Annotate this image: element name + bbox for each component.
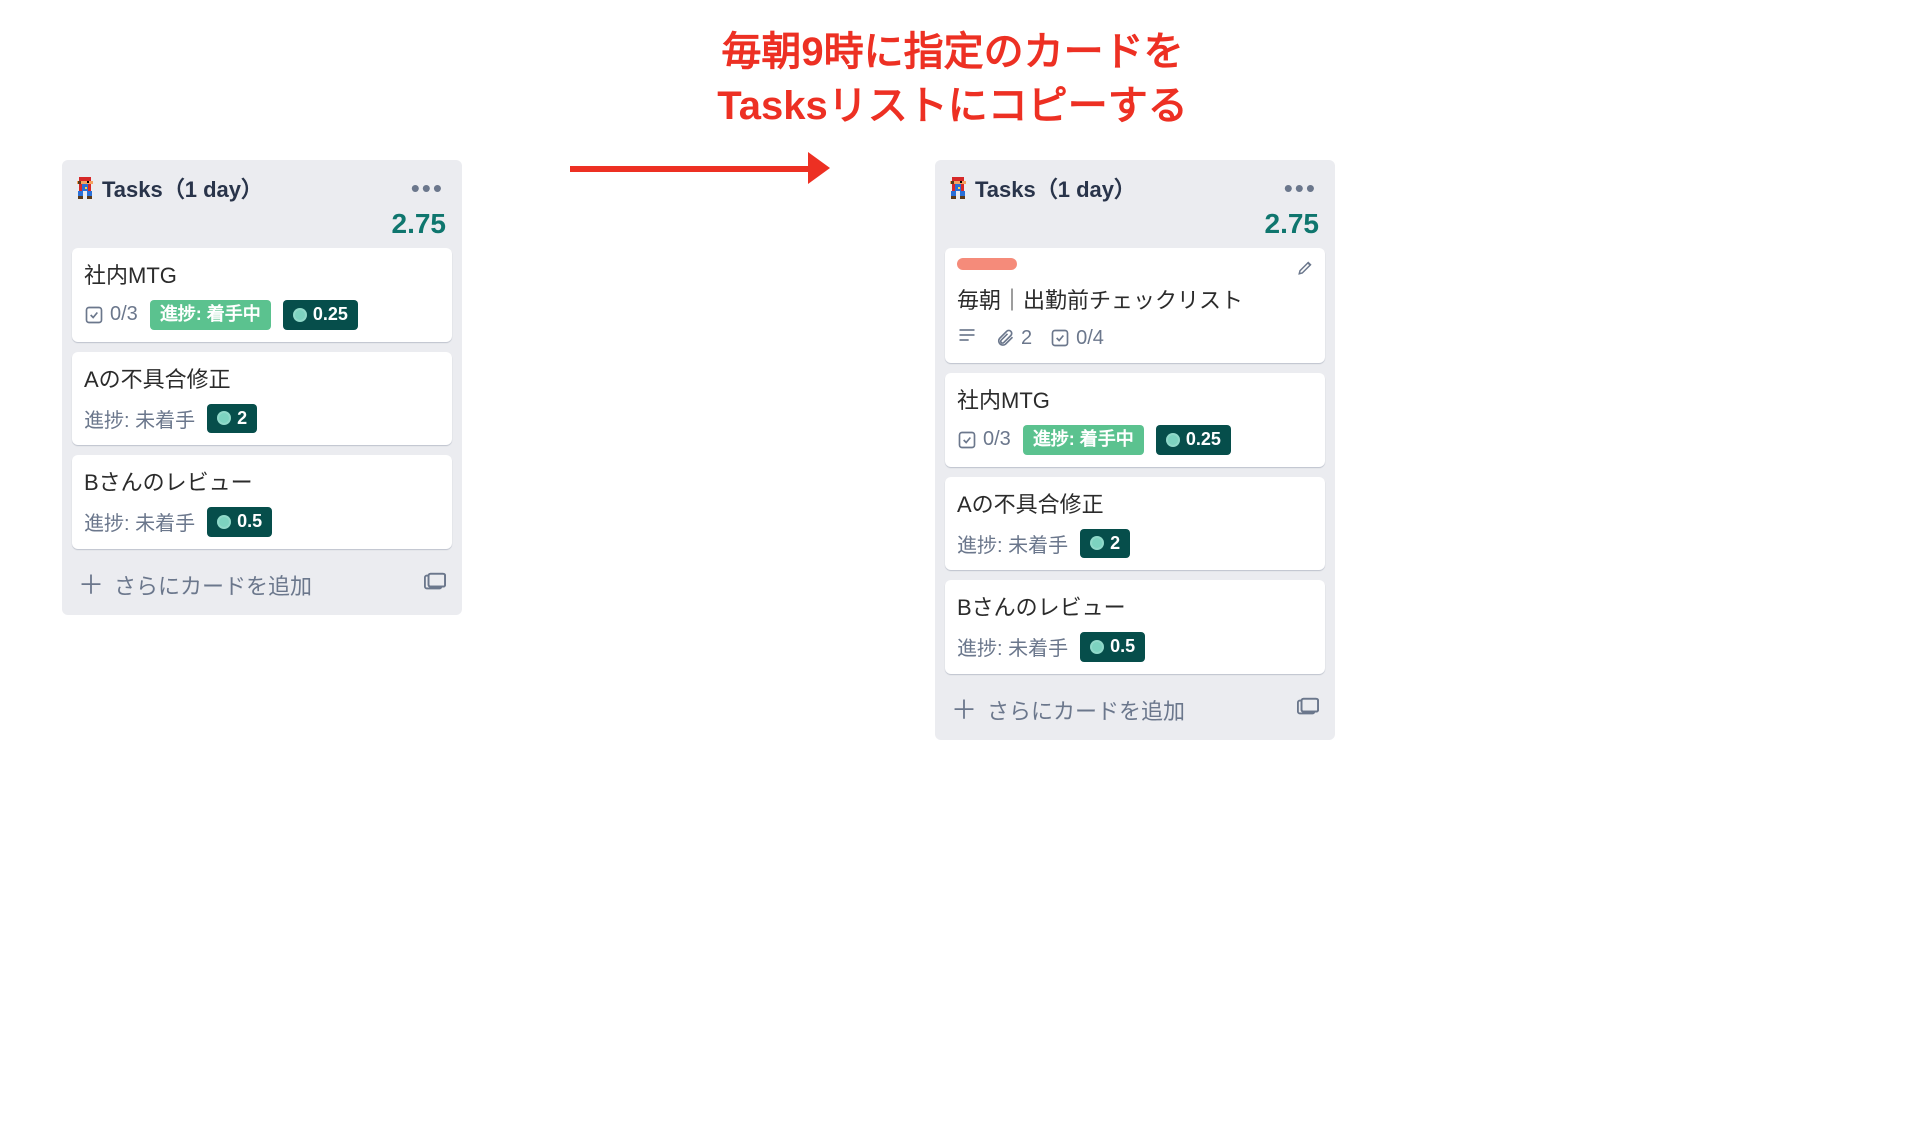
- bulb-icon: [293, 308, 307, 322]
- progress-text: 進捗: 未着手: [957, 529, 1068, 558]
- points-badge: 0.25: [283, 300, 358, 330]
- add-card-label: さらにカードを追加: [987, 694, 1185, 726]
- list-title[interactable]: Tasks（1 day）: [102, 172, 263, 204]
- card-title: Aの不具合修正: [84, 362, 440, 394]
- card[interactable]: Aの不具合修正 進捗: 未着手 2: [72, 352, 452, 446]
- arrow-icon: [570, 152, 830, 192]
- points-value: 0.25: [313, 304, 348, 326]
- list-tasks-left: Tasks（1 day） ••• 2.75 社内MTG 0/3 進捗: 着手中 …: [62, 160, 462, 615]
- checklist-badge: 0/3: [84, 303, 138, 326]
- progress-text: 進捗: 未着手: [84, 404, 195, 433]
- points-value: 0.5: [1110, 636, 1135, 658]
- checklist-count: 0/3: [110, 303, 138, 326]
- attachment-badge: 2: [995, 327, 1032, 350]
- card-title: Bさんのレビュー: [957, 590, 1313, 622]
- card[interactable]: Aの不具合修正 進捗: 未着手 2: [945, 477, 1325, 571]
- bulb-icon: [1166, 433, 1180, 447]
- points-value: 0.25: [1186, 429, 1221, 451]
- checklist-count: 0/4: [1076, 327, 1104, 350]
- plus-icon: ＋: [78, 575, 104, 595]
- list-menu-button[interactable]: •••: [407, 183, 448, 193]
- add-card-label: さらにカードを追加: [114, 569, 312, 601]
- list-sum: 2.75: [68, 204, 456, 248]
- description-icon: [957, 325, 977, 351]
- headline-line2: Tasksリストにコピーする: [717, 84, 1187, 128]
- checklist-badge: 0/3: [957, 428, 1011, 451]
- points-badge: 0.25: [1156, 425, 1231, 455]
- bulb-icon: [1090, 536, 1104, 550]
- points-value: 0.5: [237, 511, 262, 533]
- points-value: 2: [1110, 533, 1120, 555]
- points-badge: 0.5: [207, 507, 272, 537]
- bulb-icon: [217, 411, 231, 425]
- points-value: 2: [237, 408, 247, 430]
- points-badge: 2: [207, 404, 257, 434]
- card-title: 社内MTG: [84, 258, 440, 290]
- bulb-icon: [217, 515, 231, 529]
- list-sum: 2.75: [941, 204, 1329, 248]
- add-card-button[interactable]: ＋ さらにカードを追加: [951, 694, 1185, 726]
- checklist-badge: 0/4: [1050, 327, 1104, 350]
- mario-icon: [949, 177, 967, 199]
- points-badge: 2: [1080, 529, 1130, 559]
- card[interactable]: Bさんのレビュー 進捗: 未着手 0.5: [72, 455, 452, 549]
- checklist-count: 0/3: [983, 428, 1011, 451]
- template-icon[interactable]: [1297, 697, 1319, 722]
- card[interactable]: 社内MTG 0/3 進捗: 着手中 0.25: [72, 248, 452, 342]
- card-title: Bさんのレビュー: [84, 465, 440, 497]
- card-new[interactable]: 毎朝｜出勤前チェックリスト 2 0/4: [945, 248, 1325, 363]
- card-title: 社内MTG: [957, 383, 1313, 415]
- headline-line1: 毎朝9時に指定のカードを: [721, 30, 1183, 74]
- progress-text: 進捗: 未着手: [957, 632, 1068, 661]
- pencil-icon[interactable]: [1297, 258, 1315, 281]
- card[interactable]: Bさんのレビュー 進捗: 未着手 0.5: [945, 580, 1325, 674]
- mario-icon: [76, 177, 94, 199]
- template-icon[interactable]: [424, 572, 446, 597]
- card[interactable]: 社内MTG 0/3 進捗: 着手中 0.25: [945, 373, 1325, 467]
- progress-text: 進捗: 未着手: [84, 507, 195, 536]
- attachment-count: 2: [1021, 327, 1032, 350]
- status-badge: 進捗: 着手中: [1023, 425, 1144, 455]
- plus-icon: ＋: [951, 700, 977, 720]
- add-card-button[interactable]: ＋ さらにカードを追加: [78, 569, 312, 601]
- card-title: Aの不具合修正: [957, 487, 1313, 519]
- card-title: 毎朝｜出勤前チェックリスト: [957, 283, 1313, 315]
- card-label[interactable]: [957, 258, 1017, 270]
- list-menu-button[interactable]: •••: [1280, 183, 1321, 193]
- headline: 毎朝9時に指定のカードを Tasksリストにコピーする: [0, 25, 1905, 133]
- points-badge: 0.5: [1080, 632, 1145, 662]
- status-badge: 進捗: 着手中: [150, 300, 271, 330]
- list-title[interactable]: Tasks（1 day）: [975, 172, 1136, 204]
- bulb-icon: [1090, 640, 1104, 654]
- list-tasks-right: Tasks（1 day） ••• 2.75 毎朝｜出勤前チェックリスト 2: [935, 160, 1335, 740]
